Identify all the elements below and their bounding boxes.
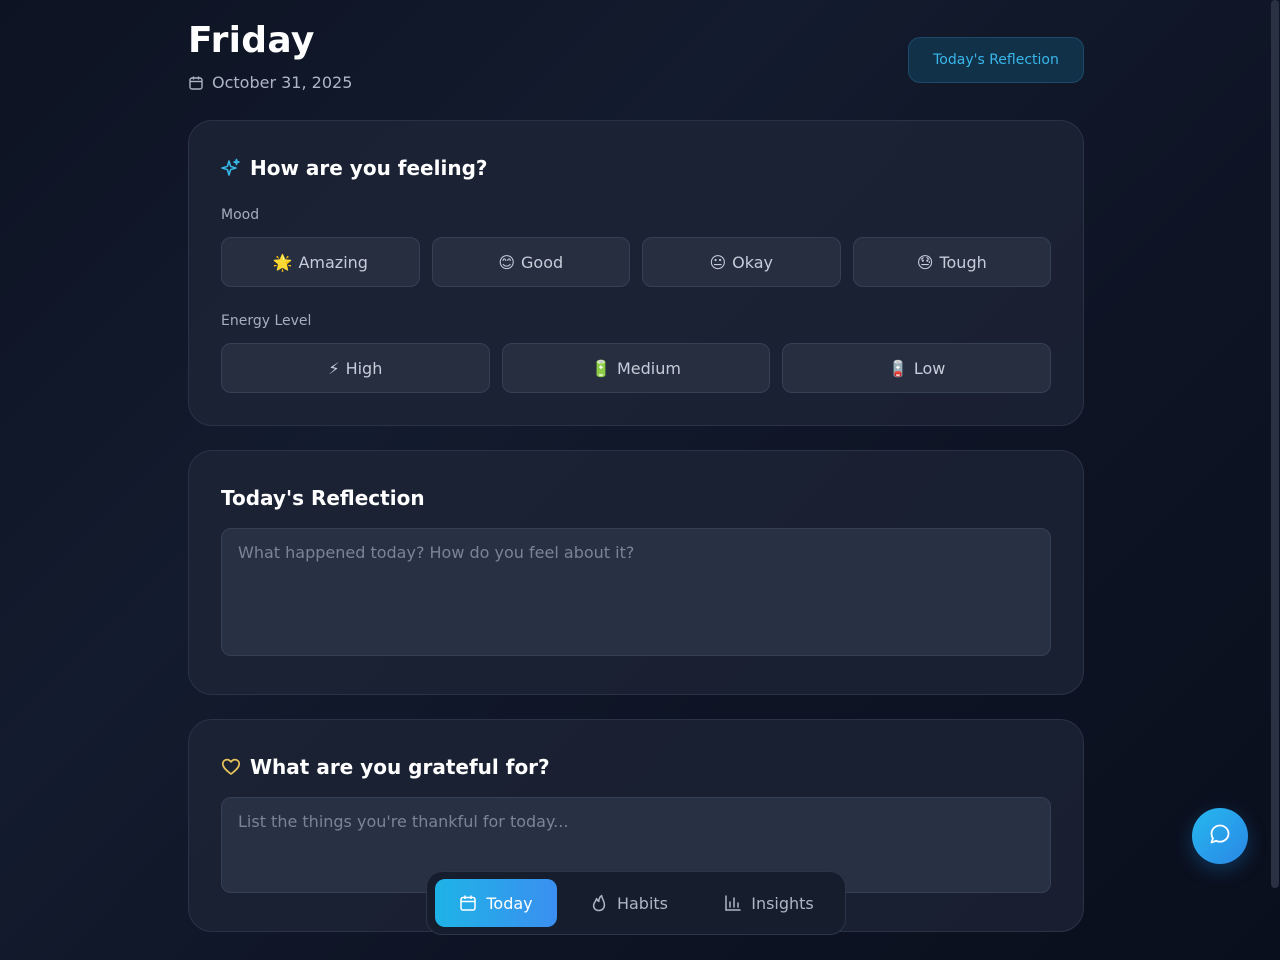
flame-icon: [590, 894, 608, 912]
tab-label: Today: [486, 893, 533, 913]
scrollbar[interactable]: [1270, 0, 1280, 960]
mood-option-label: Okay: [732, 252, 774, 272]
sparkles-icon: [221, 158, 241, 178]
current-date: October 31, 2025: [212, 73, 353, 92]
feeling-card-title: How are you feeling?: [221, 156, 487, 180]
tab-today[interactable]: Today: [435, 879, 557, 927]
calendar-icon: [188, 75, 204, 91]
mood-tough-button[interactable]: 😓 Tough: [852, 237, 1051, 287]
energy-low-button[interactable]: 🪫 Low: [782, 343, 1052, 393]
mood-label: Mood: [221, 207, 260, 223]
mood-okay-button[interactable]: 😐 Okay: [642, 237, 841, 287]
mood-option-label: Tough: [939, 252, 987, 272]
feeling-card: How are you feeling? Mood 🌟 Amazing 😊 Go…: [188, 120, 1084, 426]
chat-bubble-icon: [1208, 822, 1232, 850]
feeling-title-text: How are you feeling?: [250, 156, 488, 180]
energy-options: ⚡ High 🔋 Medium 🪫 Low: [221, 343, 1052, 393]
smile-icon: 😊: [498, 252, 516, 272]
reflection-input[interactable]: [221, 528, 1051, 656]
journal-page: Friday October 31, 2025 Today's Reflecti…: [188, 0, 1084, 932]
gratitude-card-title: What are you grateful for?: [221, 755, 550, 779]
mood-amazing-button[interactable]: 🌟 Amazing: [221, 237, 420, 287]
energy-label: Energy Level: [221, 313, 312, 329]
tab-insights[interactable]: Insights: [701, 879, 837, 927]
gratitude-title-text: What are you grateful for?: [250, 755, 550, 779]
mood-good-button[interactable]: 😊 Good: [431, 237, 630, 287]
reflection-title-text: Today's Reflection: [221, 486, 425, 510]
date-row: October 31, 2025: [188, 73, 352, 92]
sweat-face-icon: 😓: [916, 252, 934, 272]
scrollbar-thumb[interactable]: [1271, 0, 1279, 888]
tab-habits[interactable]: Habits: [557, 879, 701, 927]
energy-option-label: High: [345, 358, 383, 378]
energy-high-button[interactable]: ⚡ High: [221, 343, 490, 393]
energy-medium-button[interactable]: 🔋 Medium: [501, 343, 771, 393]
mood-options: 🌟 Amazing 😊 Good 😐 Okay 😓 Tough: [221, 237, 1051, 287]
page-title: Friday: [188, 20, 315, 61]
heart-icon: [221, 757, 241, 777]
lightning-icon: ⚡: [328, 358, 340, 378]
bar-chart-icon: [724, 894, 742, 912]
chat-button[interactable]: [1192, 808, 1248, 864]
page-header: Friday October 31, 2025 Today's Reflecti…: [188, 0, 1084, 120]
reflection-card-title: Today's Reflection: [221, 486, 425, 510]
mood-option-label: Good: [521, 252, 564, 272]
reflection-card: Today's Reflection: [188, 450, 1084, 695]
mood-option-label: Amazing: [298, 252, 368, 272]
battery-icon: 🔋: [591, 358, 611, 378]
energy-option-label: Medium: [616, 358, 681, 378]
todays-reflection-button[interactable]: Today's Reflection: [908, 37, 1084, 83]
tab-label: Habits: [616, 893, 669, 913]
bottom-nav: Today Habits Insights: [426, 871, 846, 935]
star-icon: 🌟: [272, 252, 293, 272]
neutral-face-icon: 😐: [709, 252, 727, 272]
energy-option-label: Low: [913, 358, 946, 378]
low-battery-icon: 🪫: [887, 358, 908, 378]
tab-label: Insights: [751, 893, 814, 913]
calendar-icon: [459, 894, 477, 912]
